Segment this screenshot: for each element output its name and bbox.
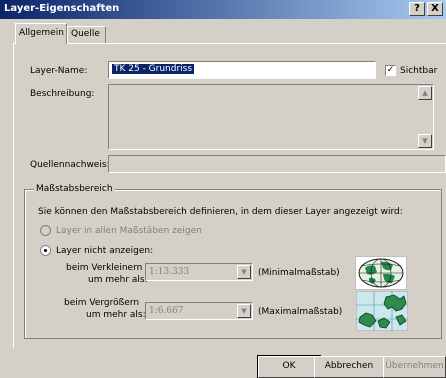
title-bar[interactable]: Layer-Eigenschaften ? X: [0, 0, 446, 19]
window-title: Layer-Eigenschaften: [4, 3, 120, 14]
ok-button[interactable]: OK: [257, 355, 321, 378]
tab-panel-allgemein: [13, 43, 446, 348]
apply-button[interactable]: Übernehmen: [383, 356, 446, 378]
help-button[interactable]: ?: [409, 2, 425, 16]
cancel-button[interactable]: Abbrechen: [314, 356, 384, 378]
tab-quelle[interactable]: Quelle: [67, 26, 106, 43]
close-button[interactable]: X: [427, 2, 443, 16]
tab-allgemein[interactable]: Allgemein: [15, 23, 67, 44]
